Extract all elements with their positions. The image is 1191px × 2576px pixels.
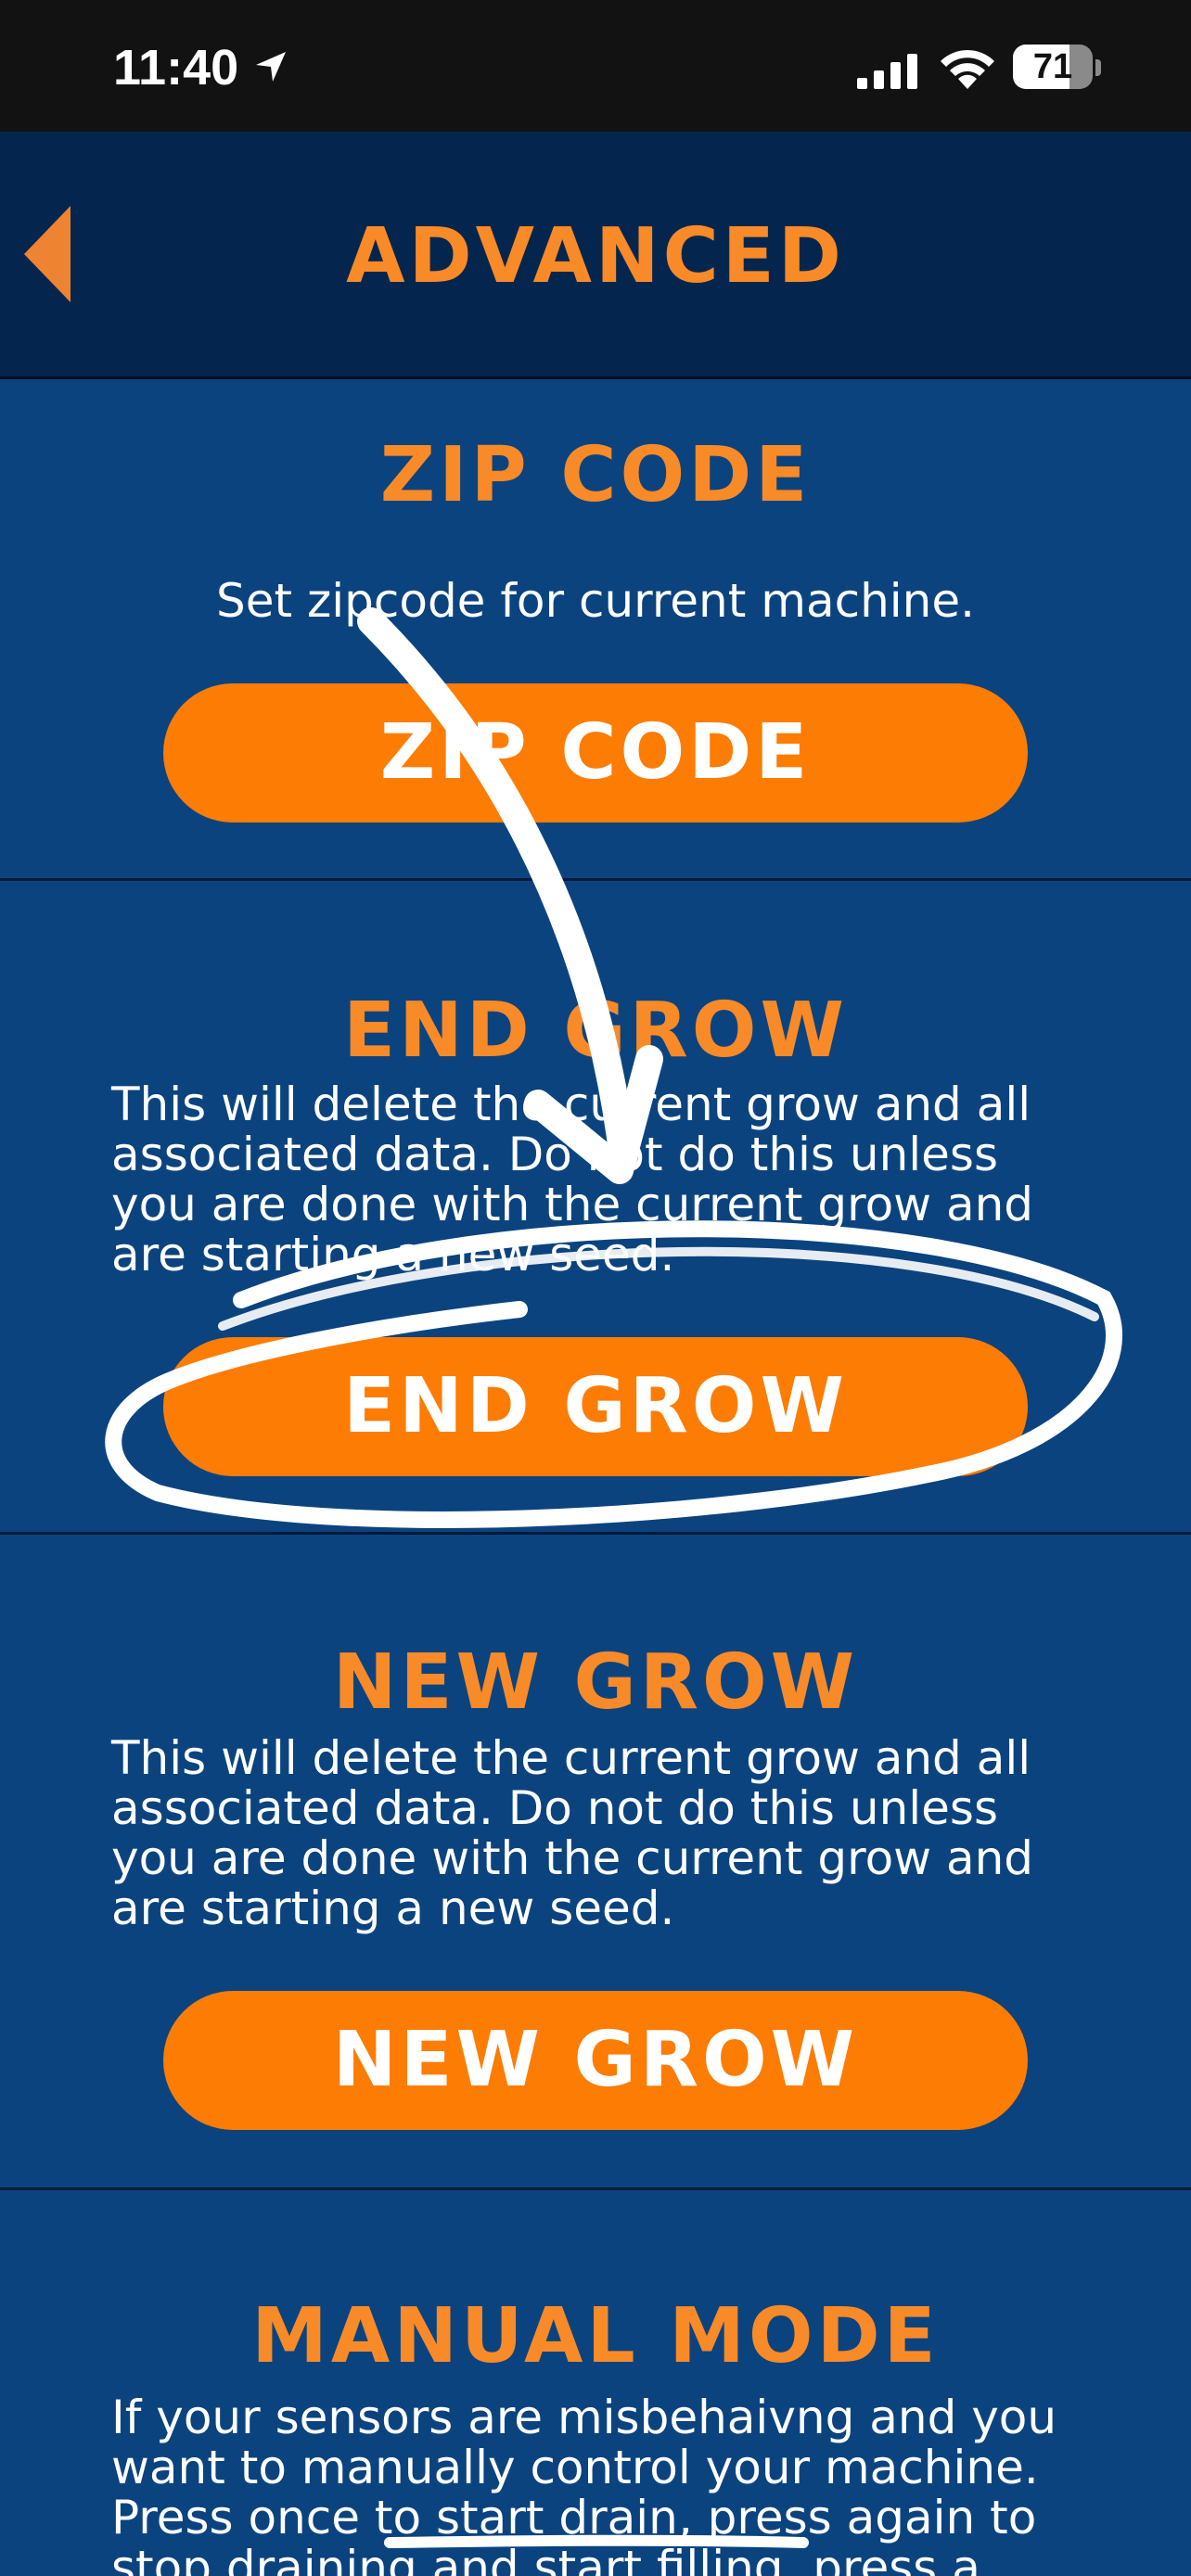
new-grow-button[interactable]: NEW GROW <box>163 1991 1028 2130</box>
location-arrow-icon <box>256 52 286 82</box>
section-title-zip-code: ZIP CODE <box>379 431 812 519</box>
section-end-grow: END GROW This will delete the current gr… <box>0 881 1191 1535</box>
section-manual-mode: MANUAL MODE If your sensors are misbehai… <box>0 2190 1191 2576</box>
section-description-manual-mode: If your sensors are misbehaivng and you … <box>111 2391 1057 2576</box>
battery-icon: 71 <box>1013 45 1102 91</box>
section-title-end-grow: END GROW <box>343 987 848 1075</box>
section-description-end-grow: This will delete the current grow and al… <box>111 1078 1034 1282</box>
status-time: 11:40 <box>113 40 239 96</box>
section-description-new-grow: This will delete the current grow and al… <box>111 1731 1034 1935</box>
section-title-new-grow: NEW GROW <box>332 1639 859 1727</box>
battery-level: 71 <box>1032 47 1073 86</box>
zip-code-button[interactable]: ZIP CODE <box>163 683 1028 823</box>
advanced-settings-screen: 11:40 71 ADVANCED ZIP CODE Set zipcode f… <box>0 0 1191 2576</box>
wifi-icon <box>941 49 994 89</box>
cellular-signal-icon <box>857 54 917 89</box>
section-new-grow: NEW GROW This will delete the current gr… <box>0 1535 1191 2190</box>
battery-cap <box>1095 59 1101 76</box>
section-title-manual-mode: MANUAL MODE <box>251 2292 940 2380</box>
end-grow-button[interactable]: END GROW <box>163 1337 1028 1476</box>
battery-body: 71 <box>1013 45 1093 89</box>
section-zip-code: ZIP CODE Set zipcode for current machine… <box>0 379 1191 881</box>
navigation-header: ADVANCED <box>0 132 1191 379</box>
section-description-zip-code: Set zipcode for current machine. <box>215 574 976 628</box>
status-bar: 11:40 71 <box>0 0 1191 132</box>
page-title: ADVANCED <box>346 212 845 300</box>
